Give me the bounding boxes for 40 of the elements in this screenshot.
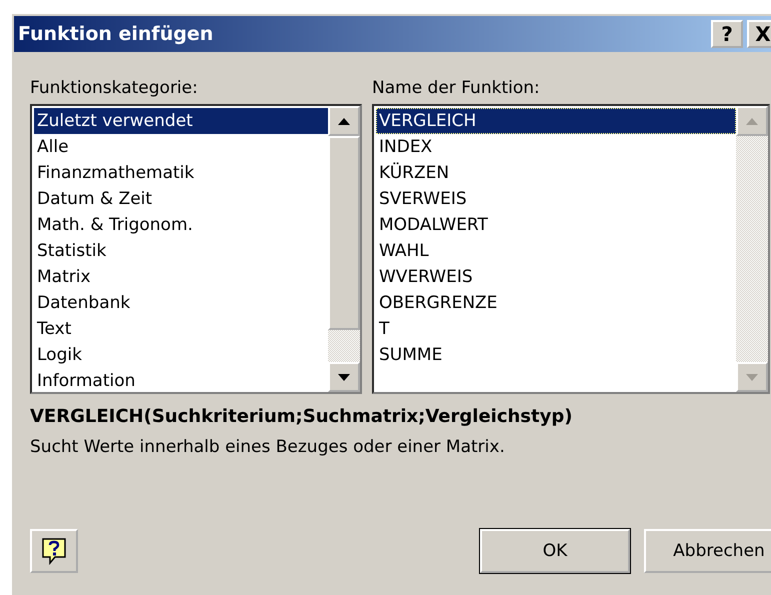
list-item[interactable]: Logik [34,342,328,368]
list-item[interactable]: OBERGRENZE [376,290,736,316]
list-item[interactable]: Datenbank [34,290,328,316]
cancel-button[interactable]: Abbrechen [644,529,771,573]
function-description: Sucht Werte innerhalb eines Bezuges oder einer Matrix. [30,437,506,457]
scroll-thumb[interactable] [328,136,360,330]
scrollbar[interactable] [328,106,360,392]
list-item[interactable]: SUMME [376,342,736,368]
ok-button[interactable]: OK [480,529,630,573]
list-item[interactable]: KÜRZEN [376,160,736,186]
list-item[interactable]: Information [34,368,328,394]
list-item[interactable]: Finanzmathematik [34,160,328,186]
up-arrow-icon [746,118,758,124]
list-item[interactable]: MODALWERT [376,212,736,238]
list-label: Funktionskategorie: [30,78,199,100]
list-item[interactable]: Statistik [34,238,328,264]
list-item[interactable]: WAHL [376,238,736,264]
up-arrow-icon [338,118,350,124]
list-box[interactable]: VERGLEICH INDEX KÜRZEN SVERWEIS MODALWERT WAHL WVERWEIS OBERGRENZE T SUMME [372,104,770,394]
list-item[interactable]: Math. & Trigonom. [34,212,328,238]
down-arrow-icon [338,374,350,380]
list-item[interactable]: Zuletzt verwendet [34,108,328,134]
list-item[interactable]: T [376,316,736,342]
list-item[interactable]: Matrix [34,264,328,290]
help-button[interactable] [30,529,78,573]
down-arrow-icon [746,374,758,380]
list-item[interactable]: SVERWEIS [376,186,736,212]
list-item[interactable]: Alle [34,134,328,160]
list-item[interactable]: WVERWEIS [376,264,736,290]
list-box[interactable]: Zuletzt verwendet Alle Finanzmathematik Datum & Zeit Math. & Trigonom. Statistik Matrix Datenbank Text Logik Information [30,104,362,394]
list-label: Name der Funktion: [372,78,541,100]
help-icon [41,537,67,565]
list-item[interactable]: VERGLEICH [376,108,736,134]
list-item[interactable]: Text [34,316,328,342]
list-item[interactable]: Datum & Zeit [34,186,328,212]
function-syntax: VERGLEICH(Suchkriterium;Suchmatrix;Vergleichstyp) [30,406,574,427]
close-button[interactable]: X [747,20,771,48]
window-title: Funktion einfügen [18,23,214,45]
list-item[interactable]: INDEX [376,134,736,160]
help-button[interactable]: ? [711,20,743,48]
